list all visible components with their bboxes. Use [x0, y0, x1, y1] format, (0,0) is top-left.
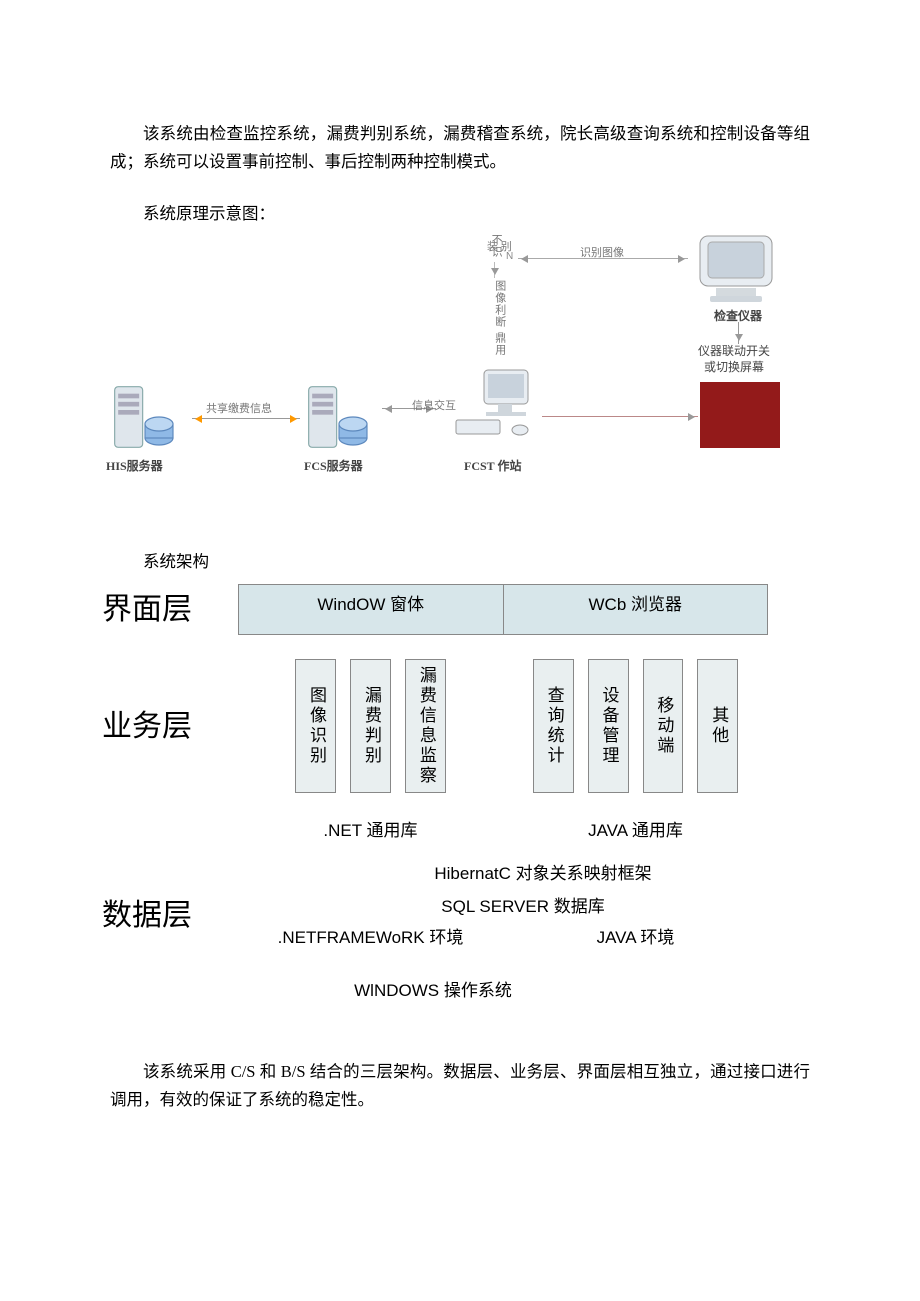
java-env: JAVA 环境 — [503, 924, 768, 953]
ui-layer-row: 界面层 WindOW 窗体 WCb 浏览器 — [98, 584, 768, 635]
architecture-caption: 系统架构 — [110, 548, 810, 576]
dotnet-lib: .NET 通用库 — [238, 813, 503, 850]
ui-window-cell: WindOW 窗体 — [238, 584, 504, 635]
hibernate-label: HibernatC 对象关系映射框架 — [238, 858, 768, 891]
biz-leakage-monitor: 漏费信息监察 — [405, 659, 446, 793]
closing-paragraph: 该系统采用 C/S 和 B/S 结合的三层架构。数据层、业务层、界面层相互独立，… — [110, 1058, 810, 1114]
env-row: .NETFRAMEWoRK 环境 JAVA 环境 — [238, 924, 768, 953]
business-right-group: 查询统计 设备管理 移动端 其他 — [503, 653, 768, 799]
share-info-label: 共享缴费信息 — [206, 400, 272, 419]
business-left-group: 图像识别 漏费判别 漏费信息监察 — [238, 653, 503, 799]
business-layer-row: 业务层 图像识别 漏费判别 漏费信息监察 查询统计 设备管理 移动端 其他 — [98, 653, 768, 799]
server-rack-icon — [110, 382, 180, 452]
control-module-box — [700, 382, 780, 448]
vertical-note-mid: 图像利断 — [490, 280, 509, 328]
server-rack-icon — [304, 382, 374, 452]
lib-row: .NET 通用库 JAVA 通用库 — [98, 813, 768, 850]
intro-paragraph: 该系统由检查监控系统，漏费判别系统，漏费稽查系统，院长高级查询系统和控制设备等组… — [110, 120, 810, 176]
ui-layer-title: 界面层 — [98, 584, 238, 635]
biz-leakage-judge: 漏费判别 — [350, 659, 391, 793]
fcs-server-label: FCS服务器 — [304, 456, 363, 476]
biz-other: 其他 — [697, 659, 738, 793]
biz-image-recognition: 图像识别 — [295, 659, 336, 793]
ui-browser-cell: WCb 浏览器 — [504, 584, 769, 635]
misc-glyph: N — [506, 248, 513, 265]
figure1-caption: 系统原理示意图： — [110, 200, 810, 228]
workstation-to-switch-link — [542, 416, 698, 417]
identify-image-label: 识别图像 — [580, 244, 624, 263]
data-layer-row: 数据层 HibernatC 对象关系映射框架 SQL SERVER 数据库 .N… — [98, 858, 768, 953]
vertical-note-bot: 鼎用 — [490, 332, 509, 356]
biz-mobile: 移动端 — [643, 659, 684, 793]
biz-device-manage: 设备管理 — [588, 659, 629, 793]
biz-query-stats: 查询统计 — [533, 659, 574, 793]
os-label: WlNDOWS 操作系统 — [98, 975, 768, 1008]
document-page: 该系统由检查监控系统，漏费判别系统，漏费稽查系统，院长高级查询系统和控制设备等组… — [0, 0, 920, 1301]
workstation-icon — [450, 366, 540, 446]
data-layer-title: 数据层 — [98, 858, 238, 941]
architecture-diagram: 界面层 WindOW 窗体 WCb 浏览器 业务层 图像识别 漏费判别 漏费信息… — [98, 584, 768, 1007]
dotnet-env: .NETFRAMEWoRK 环境 — [238, 924, 503, 953]
business-layer-title: 业务层 — [98, 653, 238, 799]
sqlserver-label: SQL SERVER 数据库 — [238, 891, 768, 924]
system-schematic-figure: HIS服务器 共享缴费信息 FCS服务器 信息交互 FCST 作站 — [110, 232, 810, 512]
java-lib: JAVA 通用库 — [503, 813, 768, 850]
his-server-label: HIS服务器 — [106, 456, 163, 476]
workstation-label: FCST 作站 — [464, 456, 521, 476]
crt-monitor-icon — [692, 232, 784, 306]
instrument-to-switch-link — [738, 322, 739, 344]
switch-label: 仪器联动开关 或切换屏幕 — [698, 344, 770, 375]
vertical-divider — [494, 262, 495, 278]
